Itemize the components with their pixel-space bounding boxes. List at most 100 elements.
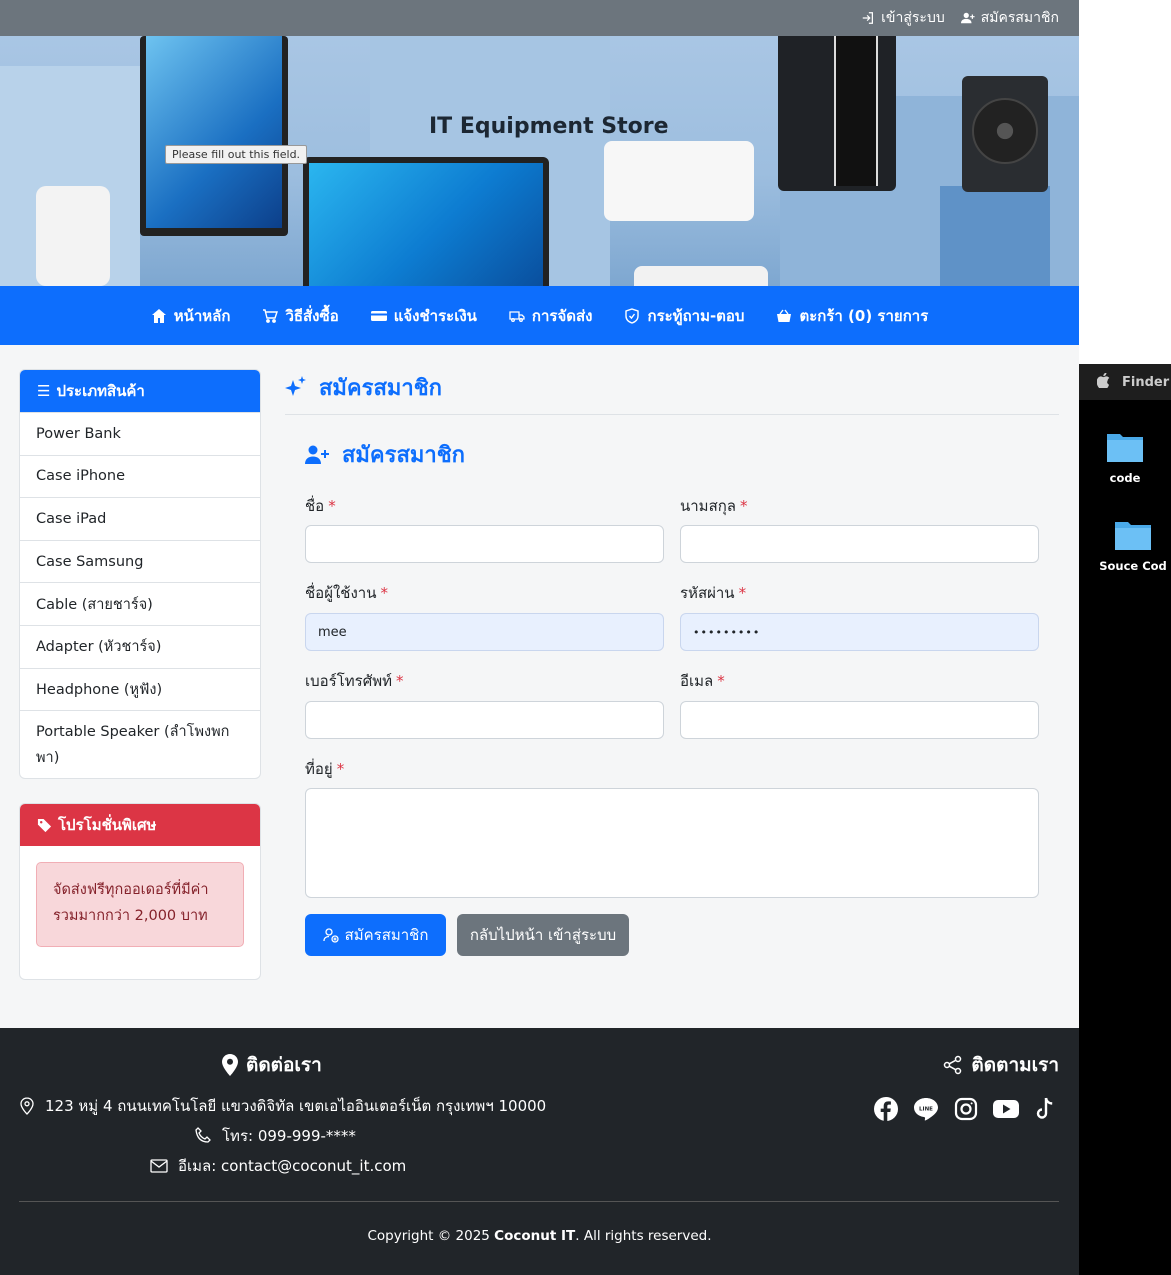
folder-label: Souce Cod xyxy=(1099,559,1167,573)
back-to-login-button[interactable]: กลับไปหน้า เข้าสู่ระบบ xyxy=(457,914,629,956)
desktop-folder-code[interactable]: code xyxy=(1079,430,1171,485)
browser-page: เข้าสู่ระบบ สมัครสมาชิก IT Equipment Sto… xyxy=(0,0,1079,1275)
email-label: อีเมล * xyxy=(680,669,725,693)
footer-phone: โทร: 099-999-**** xyxy=(194,1124,356,1148)
nav-payment[interactable]: แจ้งชำระเงิน xyxy=(370,304,477,328)
contact-heading: ติดต่อเรา xyxy=(222,1050,322,1080)
label-text: ชื่อผู้ใช้งาน xyxy=(305,584,377,602)
register-link[interactable]: สมัครสมาชิก xyxy=(960,7,1059,29)
tiktok-icon[interactable] xyxy=(1033,1096,1059,1122)
label-text: อีเมล xyxy=(680,672,714,690)
form-title: สมัครสมาชิก xyxy=(305,437,465,472)
address-textarea[interactable] xyxy=(305,788,1039,898)
phone-input[interactable] xyxy=(305,701,664,739)
device-image xyxy=(634,266,768,286)
folder-icon xyxy=(1107,434,1143,462)
promo-card-header: โปรโมชั่นพิเศษ xyxy=(20,804,260,846)
hero-banner: IT Equipment Store Please fill out this … xyxy=(0,36,1079,286)
label-text: นามสกุล xyxy=(680,497,736,515)
footer-email: อีเมล: contact@coconut_it.com xyxy=(150,1154,406,1178)
label-text: รหัสผ่าน xyxy=(680,584,735,602)
category-item[interactable]: Case Samsung xyxy=(20,539,260,583)
banner-shape xyxy=(940,186,1050,286)
line-badge-text: LINE xyxy=(919,1107,933,1113)
apple-icon[interactable] xyxy=(1096,372,1110,392)
label-text: เบอร์โทรศัพท์ xyxy=(305,672,393,690)
credit-card-icon xyxy=(370,310,387,321)
email-input[interactable] xyxy=(680,701,1039,739)
folder-icon xyxy=(1115,522,1151,550)
required-mark: * xyxy=(336,760,345,778)
nav-how-to-order[interactable]: วิธีสั่งซื้อ xyxy=(262,304,339,328)
footer: ติดต่อเรา ติดตามเรา 123 หมู่ 4 ถนนเทคโนโ… xyxy=(0,1028,1079,1275)
follow-title: ติดตามเรา xyxy=(971,1054,1059,1076)
nav-shipping[interactable]: การจัดส่ง xyxy=(509,304,593,328)
nav-label: หน้าหลัก xyxy=(173,306,231,325)
finder-menu[interactable]: Finder xyxy=(1122,375,1169,390)
nav-label: การจัดส่ง xyxy=(531,306,593,325)
last-name-label: นามสกุล * xyxy=(680,494,748,518)
pc-tower-image xyxy=(778,36,896,191)
list-icon: ☰ xyxy=(37,382,51,400)
category-item[interactable]: Adapter (หัวชาร์จ) xyxy=(20,624,260,668)
sparkles-icon xyxy=(285,375,306,396)
category-item[interactable]: Portable Speaker (ลำโพงพกพา) xyxy=(20,710,260,778)
email-text: อีเมล: contact@coconut_it.com xyxy=(178,1157,407,1175)
nav-label: วิธีสั่งซื้อ xyxy=(285,306,339,325)
line-icon[interactable]: LINE xyxy=(913,1096,939,1122)
password-label: รหัสผ่าน * xyxy=(680,581,746,605)
username-label: ชื่อผู้ใช้งาน * xyxy=(305,581,388,605)
promo-title: โปรโมชั่นพิเศษ xyxy=(58,816,157,834)
instagram-icon[interactable] xyxy=(953,1096,979,1122)
promo-card: โปรโมชั่นพิเศษ จัดส่งฟรีทุกออเดอร์ที่มีค… xyxy=(19,803,261,980)
category-item[interactable]: Power Bank xyxy=(20,412,260,455)
cart-icon xyxy=(263,308,279,323)
main-navigation: หน้าหลัก วิธีสั่งซื้อ แจ้งชำระเงิน การจั… xyxy=(0,286,1079,345)
category-item[interactable]: Headphone (หูฟัง) xyxy=(20,667,260,711)
username-input[interactable]: mee xyxy=(305,613,664,651)
desktop-folder-source[interactable]: Souce Cod xyxy=(1087,518,1171,573)
facebook-icon[interactable] xyxy=(873,1096,899,1122)
category-item[interactable]: Case iPhone xyxy=(20,454,260,498)
basket-icon xyxy=(777,309,792,322)
copyright: Copyright © 2025 Coconut IT. All rights … xyxy=(0,1228,1079,1244)
fan-image xyxy=(962,76,1048,192)
copyright-suffix: . All rights reserved. xyxy=(575,1228,712,1244)
user-plus-icon xyxy=(305,445,329,464)
required-mark: * xyxy=(738,584,747,602)
social-links: LINE xyxy=(873,1096,1059,1122)
nav-label: กระทู้ถาม-ตอบ xyxy=(647,306,745,325)
page-title-text: สมัครสมาชิก xyxy=(319,376,442,401)
share-icon xyxy=(944,1055,962,1075)
label-text: ที่อยู่ xyxy=(305,760,333,778)
youtube-icon[interactable] xyxy=(993,1096,1019,1122)
required-mark: * xyxy=(396,672,404,690)
last-name-input[interactable] xyxy=(680,525,1039,563)
nav-cart[interactable]: ตะกร้า (0) รายการ xyxy=(776,304,928,328)
required-mark: * xyxy=(328,497,336,515)
nav-forum[interactable]: กระทู้ถาม-ตอบ xyxy=(624,304,744,328)
register-button[interactable]: สมัครสมาชิก xyxy=(305,914,446,956)
laptop-image xyxy=(140,36,288,236)
required-mark: * xyxy=(380,584,388,602)
password-input[interactable]: ••••••••• xyxy=(680,613,1039,651)
promo-alert: จัดส่งฟรีทุกออเดอร์ที่มีค่ารวมมากกว่า 2,… xyxy=(36,862,244,947)
nav-label: ตะกร้า (0) รายการ xyxy=(799,306,929,325)
nav-home[interactable]: หน้าหลัก xyxy=(151,304,231,328)
tag-icon xyxy=(37,818,52,832)
category-item[interactable]: Case iPad xyxy=(20,497,260,540)
location-icon xyxy=(20,1097,34,1115)
register-button-label: สมัครสมาชิก xyxy=(344,926,429,944)
top-bar: เข้าสู่ระบบ สมัครสมาชิก xyxy=(0,0,1079,36)
truck-icon xyxy=(509,310,525,322)
copyright-prefix: Copyright © 2025 xyxy=(367,1228,495,1244)
first-name-input[interactable] xyxy=(305,525,664,563)
required-mark: * xyxy=(740,497,748,515)
required-mark: * xyxy=(717,672,725,690)
first-name-label: ชื่อ * xyxy=(305,494,336,518)
footer-address: 123 หมู่ 4 ถนนเทคโนโลยี แขวงดิจิทัล เขตเ… xyxy=(19,1094,546,1118)
login-link[interactable]: เข้าสู่ระบบ xyxy=(861,7,945,29)
powerbank-image xyxy=(36,186,110,286)
nav-label: แจ้งชำระเงิน xyxy=(393,306,477,325)
category-item[interactable]: Cable (สายชาร์จ) xyxy=(20,582,260,625)
